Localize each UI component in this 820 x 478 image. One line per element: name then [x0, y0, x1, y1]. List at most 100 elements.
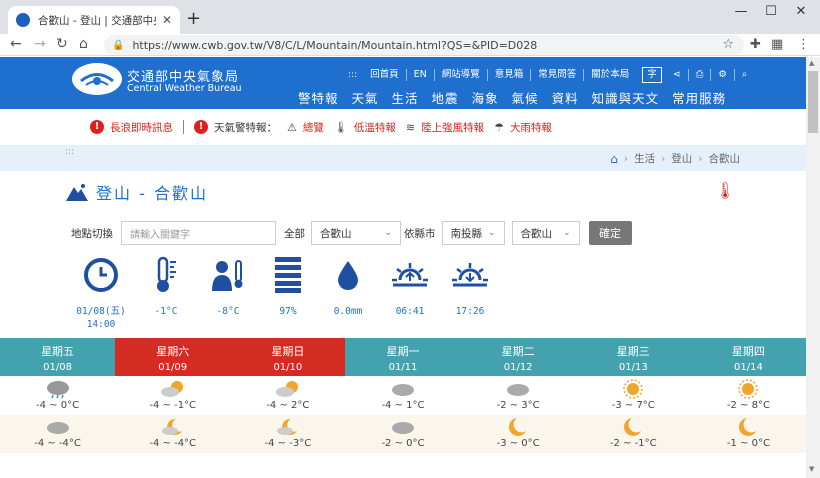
nav-life[interactable]: 生活: [392, 88, 419, 107]
moon-icon: [576, 417, 691, 437]
cwb-logo[interactable]: [72, 63, 122, 95]
alert-exclamation-icon: !: [194, 120, 208, 134]
page-scrollbar[interactable]: ▲ ▼: [806, 57, 820, 478]
nav-warnings[interactable]: 警特報: [298, 88, 339, 107]
temp-range: -2 ~ 0°C: [381, 438, 425, 449]
minimize-icon[interactable]: —: [726, 4, 756, 19]
logo-en[interactable]: Central Weather Bureau: [127, 83, 242, 94]
alert-exclamation-icon: !: [90, 120, 104, 134]
link-about[interactable]: 關於本局: [584, 69, 636, 81]
temp-range: -4 ~ -1°C: [149, 400, 197, 411]
profile-icon[interactable]: ▦: [771, 37, 783, 52]
low-temp-alert-link[interactable]: 低溫特報: [354, 120, 396, 135]
location-switcher: 地點切換 請輸入關鍵字 全部 合歡山 ⌄ 依縣市 南投縣 ⌄ 合歡山 ⌄ 確定: [71, 221, 632, 245]
low-temp-icon: 🌡: [333, 120, 348, 134]
nav-marine[interactable]: 海象: [472, 88, 499, 107]
search-icon[interactable]: ⌕: [735, 69, 754, 81]
new-tab-icon[interactable]: +: [186, 8, 201, 29]
day-name: 星期二: [501, 345, 535, 358]
sunny-icon: [576, 379, 691, 399]
day-name: 星期六: [156, 345, 190, 358]
stat-sunrise-value: 06:41: [395, 306, 425, 317]
extensions-icon[interactable]: ✚: [750, 37, 761, 52]
close-icon[interactable]: ✕: [786, 4, 816, 19]
rain-cloud-icon: ☂: [494, 120, 504, 134]
maximize-icon[interactable]: ☐: [756, 4, 786, 19]
nav-weather[interactable]: 天氣: [352, 88, 379, 107]
print-icon[interactable]: ⎙: [689, 69, 712, 81]
font-size-button[interactable]: 字: [642, 67, 662, 83]
link-feedback[interactable]: 意見箱: [488, 69, 532, 81]
forecast-cell: -4 ~ -4°C: [0, 415, 115, 453]
confirm-button[interactable]: 確定: [588, 221, 632, 245]
temp-range: -3 ~ 0°C: [496, 438, 540, 449]
forecast-header: 星期五 01/08 星期六 01/09 星期日 01/10 星期一 01/11 星期二 0…: [0, 338, 806, 376]
share-icon[interactable]: ⋖: [666, 69, 689, 81]
forecast-day-row: -4 ~ 0°C -4 ~ -1°C -4 ~ 2°C -4 ~ 1°C -2 …: [0, 377, 806, 415]
home-icon[interactable]: ⌂: [610, 152, 618, 166]
page-title: 登山 - 合歡山: [96, 184, 208, 203]
browser-tab[interactable]: 合歡山 - 登山 | 交通部中央氣象局 ✕: [8, 6, 180, 34]
cloudy-icon: [345, 379, 460, 399]
nav-knowledge[interactable]: 知識與天文: [592, 88, 660, 107]
day-col-fri: 星期五 01/08: [0, 338, 116, 376]
scroll-up-icon[interactable]: ▲: [809, 59, 814, 67]
nav-climate[interactable]: 氣候: [512, 88, 539, 107]
site-select-value: 合歡山: [520, 227, 553, 240]
settings-gear-icon[interactable]: ⚙: [711, 69, 735, 81]
county-select[interactable]: 南投縣 ⌄: [441, 221, 505, 245]
forecast-night-row: -4 ~ -4°C -4 ~ -4°C -4 ~ -3°C -2 ~ 0°C -…: [0, 415, 806, 453]
forward-icon[interactable]: →: [34, 36, 46, 52]
link-faq[interactable]: 常見問答: [531, 69, 585, 81]
breadcrumb-mountain[interactable]: 登山: [671, 151, 692, 166]
home-icon[interactable]: ⌂: [79, 36, 88, 52]
scroll-thumb[interactable]: [808, 71, 818, 133]
forecast-cell: -2 ~ -1°C: [576, 415, 691, 453]
reload-icon[interactable]: ↻: [56, 36, 68, 52]
site-select[interactable]: 合歡山 ⌄: [511, 221, 580, 245]
forecast-cell: -2 ~ 8°C: [691, 377, 806, 415]
breadcrumb-life[interactable]: 生活: [634, 151, 655, 166]
rain-alert-link[interactable]: 大雨特報: [510, 120, 552, 135]
temp-range: -4 ~ -4°C: [34, 438, 81, 449]
sunset-icon: [440, 255, 500, 295]
raindrop-icon: [318, 255, 378, 295]
menu-kebab-icon[interactable]: ⋮: [797, 37, 810, 52]
breadcrumb-current: 合歡山: [708, 153, 741, 165]
scroll-down-icon[interactable]: ▼: [809, 465, 814, 473]
link-en[interactable]: EN: [407, 69, 435, 81]
day-date: 01/10: [273, 362, 303, 373]
back-icon[interactable]: ←: [10, 36, 22, 52]
link-sitemap[interactable]: 網站導覽: [435, 69, 488, 81]
temp-range: -1 ~ 0°C: [726, 438, 770, 449]
swell-alert-link[interactable]: 長浪即時訊息: [110, 120, 173, 135]
feels-like-icon: [198, 255, 258, 295]
bookmark-star-icon[interactable]: ☆: [722, 37, 734, 52]
thermometer-alert-icon[interactable]: 🌡: [715, 181, 735, 200]
moon-icon: [691, 417, 806, 437]
tab-close-icon[interactable]: ✕: [162, 13, 172, 27]
nav-data[interactable]: 資料: [552, 88, 579, 107]
day-col-mon: 星期一 01/11: [345, 338, 461, 376]
stat-sunset-value: 17:26: [455, 306, 485, 317]
search-input[interactable]: 請輸入關鍵字: [121, 221, 276, 245]
url-field[interactable]: 🔒 https://www.cwb.gov.tw/V8/C/L/Mountain…: [104, 35, 744, 55]
forecast-cell: -1 ~ 0°C: [691, 415, 806, 453]
day-name: 星期四: [731, 345, 765, 358]
stat-rainfall: 0.0mm: [318, 255, 378, 318]
cloudy-icon: [345, 417, 460, 437]
breadcrumb-bar: ::: ⌂ › 生活 › 登山 › 合歡山: [0, 145, 806, 171]
breadcrumb-separator: ›: [661, 152, 666, 165]
nav-earthquake[interactable]: 地震: [432, 88, 459, 107]
alert-overview-link[interactable]: 總覽: [303, 120, 324, 135]
temp-range: -4 ~ 2°C: [266, 400, 310, 411]
link-home[interactable]: 回首頁: [363, 69, 407, 81]
favicon-icon: [16, 13, 30, 27]
stat-time: 01/08(五) 14:00: [71, 255, 131, 331]
stat-temperature: -1°C: [136, 255, 196, 318]
nav-services[interactable]: 常用服務: [672, 88, 726, 107]
day-col-thu: 星期四 01/14: [690, 338, 806, 376]
forecast-cell: -4 ~ 2°C: [230, 377, 345, 415]
wind-alert-link[interactable]: 陸上強風特報: [421, 120, 484, 135]
mountain-select[interactable]: 合歡山 ⌄: [311, 221, 401, 245]
